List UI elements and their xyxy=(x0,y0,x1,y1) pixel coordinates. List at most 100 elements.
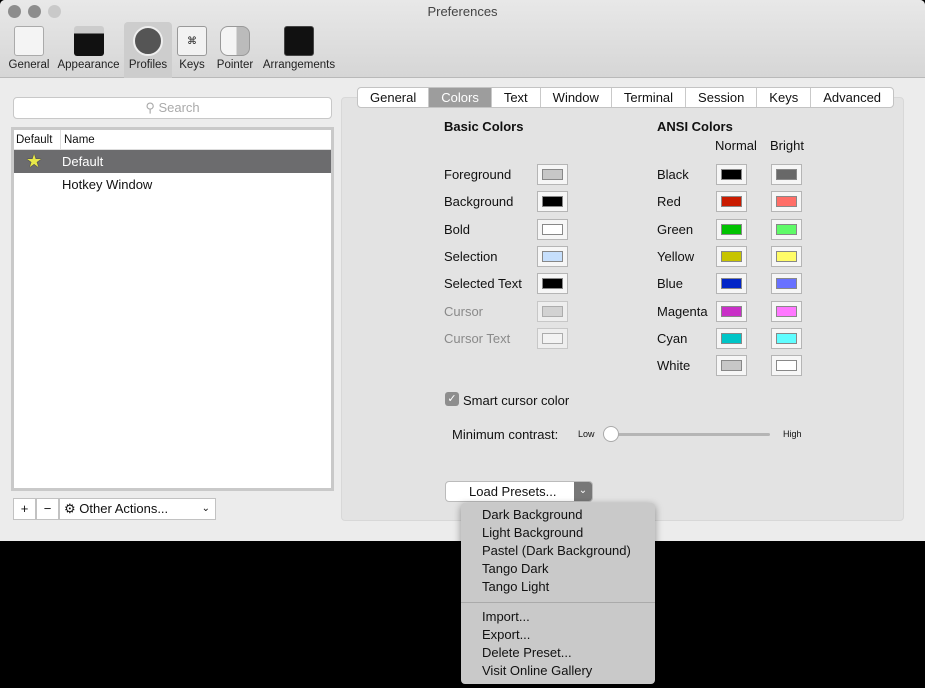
windows-icon xyxy=(284,26,314,56)
basic-color-label: Selection xyxy=(444,249,498,264)
toolbar-profiles[interactable]: Profiles xyxy=(124,22,172,78)
menu-item-tango-dark[interactable]: Tango Dark xyxy=(482,561,548,576)
titlebar: Preferences General Appearance Profiles … xyxy=(0,0,925,78)
toolbar-label: Profiles xyxy=(128,59,168,71)
ansi-bright-swatch[interactable] xyxy=(771,246,802,267)
ansi-normal-swatch[interactable] xyxy=(716,164,747,185)
command-key-icon: ⌘ xyxy=(177,26,207,56)
menu-item-dark-background[interactable]: Dark Background xyxy=(482,507,582,522)
tab-window[interactable]: Window xyxy=(541,88,612,107)
high-label: High xyxy=(783,429,802,439)
load-presets-label: Load Presets... xyxy=(469,484,557,499)
tab-general[interactable]: General xyxy=(358,88,430,107)
menu-item-tango-light[interactable]: Tango Light xyxy=(482,579,549,594)
colors-panel xyxy=(341,97,904,521)
ansi-normal-swatch[interactable] xyxy=(716,246,747,267)
basic-color-swatch[interactable] xyxy=(537,328,568,349)
profile-name: Default xyxy=(62,154,104,169)
menu-item-import[interactable]: Import... xyxy=(482,609,530,624)
basic-color-label: Background xyxy=(444,194,514,209)
tab-terminal[interactable]: Terminal xyxy=(612,88,687,107)
preferences-window: Preferences General Appearance Profiles … xyxy=(0,0,925,541)
slider-knob[interactable] xyxy=(603,426,619,442)
toolbar-appearance[interactable]: Appearance xyxy=(55,22,122,78)
ansi-normal-swatch[interactable] xyxy=(716,273,747,294)
search-placeholder: Search xyxy=(158,100,200,115)
mouse-icon xyxy=(220,26,250,56)
ansi-color-label: Cyan xyxy=(657,331,688,346)
tab-advanced[interactable]: Advanced xyxy=(811,88,893,107)
chevron-down-icon: ⌄ xyxy=(201,503,210,514)
basic-color-swatch[interactable] xyxy=(537,246,568,267)
ansi-color-label: Magenta xyxy=(657,304,708,319)
profile-name: Hotkey Window xyxy=(62,177,153,192)
ansi-bright-swatch[interactable] xyxy=(771,219,802,240)
ansi-normal-swatch[interactable] xyxy=(716,328,747,349)
basic-color-label: Cursor xyxy=(444,304,484,319)
presets-menu: Dark Background Light Background Pastel … xyxy=(461,503,655,684)
other-actions-button[interactable]: ⚙ Other Actions... ⌄ xyxy=(59,498,216,520)
ansi-color-label: Yellow xyxy=(657,249,695,264)
ansi-color-label: Black xyxy=(657,167,689,182)
other-actions-label: Other Actions... xyxy=(79,501,169,516)
menu-item-export[interactable]: Export... xyxy=(482,627,530,642)
ansi-bright-swatch[interactable] xyxy=(771,355,802,376)
list-header: Default Name xyxy=(14,130,331,150)
profile-icon xyxy=(133,26,163,56)
basic-color-swatch[interactable] xyxy=(537,191,568,212)
tab-colors[interactable]: Colors xyxy=(429,88,492,107)
ansi-bright-swatch[interactable] xyxy=(771,191,802,212)
ansi-colors-heading: ANSI Colors xyxy=(657,119,733,134)
ansi-color-label: Red xyxy=(657,194,681,209)
normal-heading: Normal xyxy=(715,138,757,153)
menu-item-light-background[interactable]: Light Background xyxy=(482,525,583,540)
tab-text[interactable]: Text xyxy=(492,88,541,107)
basic-color-swatch[interactable] xyxy=(537,219,568,240)
column-default[interactable]: Default xyxy=(16,130,52,150)
ansi-bright-swatch[interactable] xyxy=(771,273,802,294)
profiles-list[interactable]: Default Name ★ Default Hotkey Window xyxy=(11,127,334,491)
ansi-bright-swatch[interactable] xyxy=(771,301,802,322)
list-item[interactable]: Hotkey Window xyxy=(14,173,331,196)
list-item[interactable]: ★ Default xyxy=(14,150,331,173)
toolbar-label: Keys xyxy=(179,59,205,71)
ansi-color-label: White xyxy=(657,358,691,373)
basic-colors-heading: Basic Colors xyxy=(444,119,524,134)
ansi-normal-swatch[interactable] xyxy=(716,355,747,376)
remove-profile-button[interactable]: − xyxy=(36,498,59,520)
basic-color-swatch[interactable] xyxy=(537,301,568,322)
tab-keys[interactable]: Keys xyxy=(757,88,812,107)
add-profile-button[interactable]: + xyxy=(13,498,36,520)
gear-icon: ⚙ xyxy=(64,501,80,516)
smart-cursor-checkbox[interactable]: ✓ xyxy=(445,392,459,406)
menu-item-visit-gallery[interactable]: Visit Online Gallery xyxy=(482,663,592,678)
toolbar-label: Appearance xyxy=(57,59,120,71)
toolbar-label: Arrangements xyxy=(262,59,336,71)
ansi-normal-swatch[interactable] xyxy=(716,219,747,240)
search-input[interactable]: ⚲ Search xyxy=(13,97,332,119)
load-presets-button[interactable]: Load Presets... ⌄ xyxy=(445,481,593,502)
star-icon: ★ xyxy=(26,151,43,171)
ansi-bright-swatch[interactable] xyxy=(771,328,802,349)
toolbar-label: General xyxy=(8,59,50,71)
ansi-color-label: Blue xyxy=(657,276,684,291)
basic-color-swatch[interactable] xyxy=(537,273,568,294)
menu-item-delete-preset[interactable]: Delete Preset... xyxy=(482,645,572,660)
tab-session[interactable]: Session xyxy=(686,88,758,107)
bright-heading: Bright xyxy=(770,138,804,153)
ansi-normal-swatch[interactable] xyxy=(716,191,747,212)
toolbar-arrangements[interactable]: Arrangements xyxy=(262,22,336,78)
menu-item-pastel[interactable]: Pastel (Dark Background) xyxy=(482,543,631,558)
ansi-normal-swatch[interactable] xyxy=(716,301,747,322)
ansi-bright-swatch[interactable] xyxy=(771,164,802,185)
toolbar-general[interactable]: General xyxy=(4,22,54,78)
basic-color-swatch[interactable] xyxy=(537,164,568,185)
basic-color-label: Selected Text xyxy=(444,276,522,291)
min-contrast-slider[interactable] xyxy=(604,433,770,436)
window-title: Preferences xyxy=(427,4,498,19)
toolbar-pointer[interactable]: Pointer xyxy=(214,22,256,78)
tab-bar: General Colors Text Window Terminal Sess… xyxy=(357,87,895,108)
appearance-icon xyxy=(73,26,104,56)
column-name[interactable]: Name xyxy=(60,130,95,150)
toolbar-keys[interactable]: ⌘ Keys xyxy=(176,22,208,78)
